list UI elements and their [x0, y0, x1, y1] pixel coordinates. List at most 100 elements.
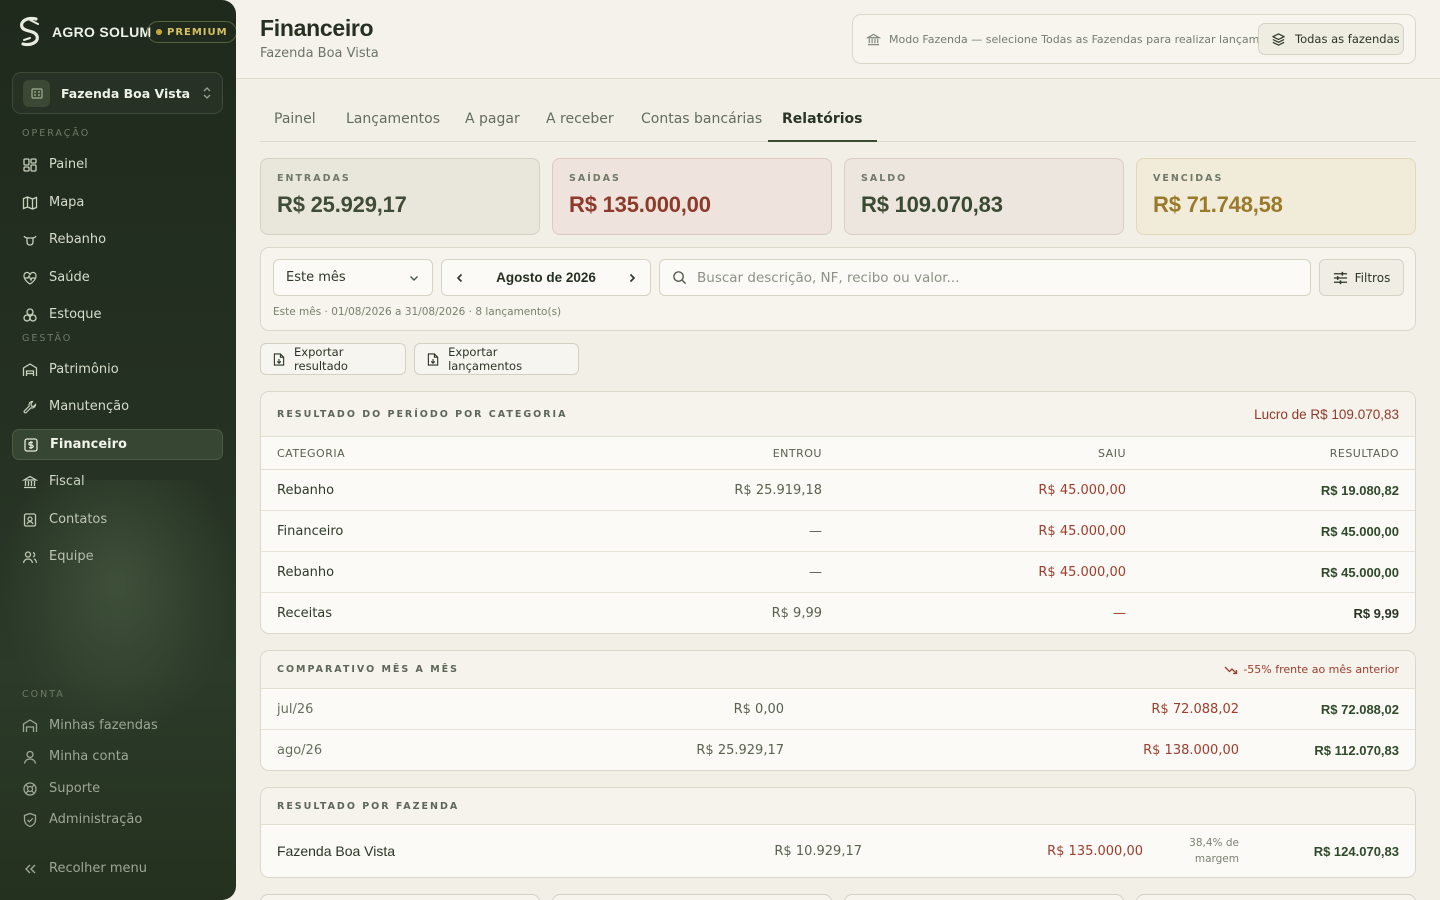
tab-a-pagar[interactable]: A pagar [451, 103, 534, 142]
chevron-updown-icon [203, 87, 211, 99]
filters-button-label: Filtros [1354, 270, 1391, 285]
search-icon [673, 271, 687, 285]
page-title: Financeiro [260, 15, 374, 41]
result-by-category-header: RESULTADO DO PERÍODO POR CATEGORIA Lucro… [261, 392, 1415, 437]
table-row[interactable]: Receitas R$ 9,99 — R$ 9,99 [261, 593, 1415, 633]
bottom-card [844, 894, 1124, 900]
in-cell: — [809, 564, 822, 580]
nav-estoque[interactable]: Estoque [12, 299, 223, 330]
collapse-menu-button[interactable]: Recolher menu [12, 853, 223, 884]
month-cell: jul/26 [277, 701, 314, 717]
category-cell: Receitas [277, 606, 333, 621]
nav-manutencao-label: Manutenção [49, 399, 130, 414]
out-cell: R$ 135.000,00 [1047, 843, 1143, 859]
filters-button[interactable]: Filtros [1319, 259, 1404, 296]
warehouse-icon [22, 718, 38, 732]
nav-fiscal-label: Fiscal [49, 474, 85, 489]
nav-minha-conta[interactable]: Minha conta [12, 741, 223, 772]
brand-name: AGRO SOLUM [52, 24, 152, 40]
col-entrou: ENTROU [772, 446, 822, 460]
nav-equipe[interactable]: Equipe [12, 541, 223, 572]
period-summary: Este mês · 01/08/2026 a 31/08/2026 · 8 l… [273, 306, 562, 318]
result-cell: R$ 112.070,83 [1314, 743, 1399, 758]
in-cell: R$ 9,99 [771, 606, 822, 621]
export-result-button[interactable]: Exportar resultado [260, 343, 406, 375]
table-row[interactable]: jul/26 R$ 0,00 R$ 72.088,02 R$ 72.088,02 [261, 689, 1415, 730]
result-cell: R$ 72.088,02 [1320, 701, 1399, 717]
nav-administracao[interactable]: Administração [12, 804, 223, 835]
kpi-vencidas-value: R$ 71.748,58 [1153, 192, 1283, 217]
nav-suporte[interactable]: Suporte [12, 773, 223, 804]
layers-icon [1272, 32, 1285, 46]
export-entries-button[interactable]: Exportar lançamentos [414, 343, 579, 375]
tab-a-receber[interactable]: A receber [532, 103, 628, 142]
nav-minhas-fazendas[interactable]: Minhas fazendas [12, 710, 223, 741]
result-by-farm-table: RESULTADO POR FAZENDA Fazenda Boa Vista … [260, 787, 1416, 878]
warehouse-icon [22, 362, 38, 376]
kpi-entradas-value: R$ 25.929,17 [277, 192, 407, 217]
tab-relatorios[interactable]: Relatórios [768, 103, 877, 142]
nav-contatos[interactable]: Contatos [12, 504, 223, 535]
grid-icon [23, 157, 37, 172]
result-by-category-title: RESULTADO DO PERÍODO POR CATEGORIA [277, 408, 568, 420]
out-cell: — [1113, 606, 1126, 621]
monthly-change: -55% frente ao mês anterior [1224, 663, 1399, 676]
margin-cell: 38,4% de margem [1189, 825, 1239, 877]
out-cell: R$ 45.000,00 [1038, 482, 1126, 498]
nav-fiscal[interactable]: Fiscal [12, 466, 223, 497]
farm-cell: Fazenda Boa Vista [277, 843, 396, 859]
table-row[interactable]: Fazenda Boa Vista R$ 10.929,17 R$ 135.00… [261, 825, 1415, 877]
category-cell: Rebanho [277, 564, 335, 580]
col-saiu: SAIU [1097, 446, 1126, 460]
nav-financeiro[interactable]: Financeiro [12, 429, 223, 460]
search-box [659, 259, 1311, 296]
bottom-card [260, 894, 540, 900]
nav-rebanho-label: Rebanho [49, 232, 107, 247]
out-cell: R$ 45.000,00 [1038, 564, 1126, 580]
category-cell: Rebanho [277, 482, 335, 498]
farm-mode-text: Modo Fazenda — selecione Todas as Fazend… [889, 33, 1285, 46]
nav-suporte-label: Suporte [49, 781, 101, 796]
in-cell: — [809, 523, 822, 539]
out-cell: R$ 72.088,02 [1151, 701, 1239, 717]
table-row[interactable]: Rebanho — R$ 45.000,00 R$ 45.000,00 [261, 552, 1415, 593]
table-header-row: CATEGORIA ENTROU SAIU RESULTADO [261, 437, 1415, 470]
chevron-right-icon[interactable] [626, 272, 638, 284]
tab-contas-bancarias[interactable]: Contas bancárias [627, 103, 776, 142]
result-cell: R$ 9,99 [1353, 606, 1399, 621]
period-select[interactable]: Este mês [273, 259, 433, 296]
table-row[interactable]: Rebanho R$ 25.919,18 R$ 45.000,00 R$ 19.… [261, 470, 1415, 511]
dollar-icon [24, 437, 38, 452]
tab-painel[interactable]: Painel [260, 103, 330, 142]
boxes-icon [23, 307, 37, 322]
kpi-saldo: SALDO R$ 109.070,83 [844, 158, 1124, 235]
nav-patrimonio[interactable]: Patrimônio [12, 354, 223, 385]
lifebuoy-icon [23, 781, 37, 796]
all-farms-button[interactable]: Todas as fazendas [1258, 23, 1404, 55]
financial-tabs: Painel Lançamentos A pagar A receber Con… [260, 103, 1416, 142]
nav-patrimonio-label: Patrimônio [49, 362, 119, 377]
tab-lancamentos[interactable]: Lançamentos [332, 103, 454, 142]
nav-manutencao[interactable]: Manutenção [12, 391, 223, 422]
out-cell: R$ 45.000,00 [1038, 523, 1126, 539]
export-entries-label: Exportar lançamentos [448, 345, 523, 373]
result-by-farm-header: RESULTADO POR FAZENDA [261, 788, 1415, 825]
nav-painel[interactable]: Painel [12, 149, 223, 180]
search-input[interactable] [697, 269, 1277, 286]
result-by-farm-title: RESULTADO POR FAZENDA [277, 800, 460, 812]
nav-saude[interactable]: Saúde [12, 262, 223, 293]
nav-mapa[interactable]: Mapa [12, 187, 223, 218]
nav-rebanho[interactable]: Rebanho [12, 224, 223, 255]
brand[interactable]: AGRO SOLUM [16, 16, 151, 48]
col-resultado: RESULTADO [1329, 446, 1399, 460]
category-cell: Financeiro [277, 523, 344, 539]
table-row[interactable]: ago/26 R$ 25.929,17 R$ 138.000,00 R$ 112… [261, 730, 1415, 770]
chevron-left-icon[interactable] [454, 272, 466, 284]
farm-selector[interactable]: Fazenda Boa Vista [12, 72, 223, 114]
kpi-entradas-label: ENTRADAS [277, 173, 351, 184]
table-row[interactable]: Financeiro — R$ 45.000,00 R$ 45.000,00 [261, 511, 1415, 552]
monthly-comparison-header: COMPARATIVO MÊS A MÊS -55% frente ao mês… [261, 651, 1415, 689]
kpi-saidas-label: SAÍDAS [569, 173, 621, 184]
monthly-comparison-title: COMPARATIVO MÊS A MÊS [277, 664, 459, 675]
premium-label: PREMIUM [167, 26, 228, 38]
